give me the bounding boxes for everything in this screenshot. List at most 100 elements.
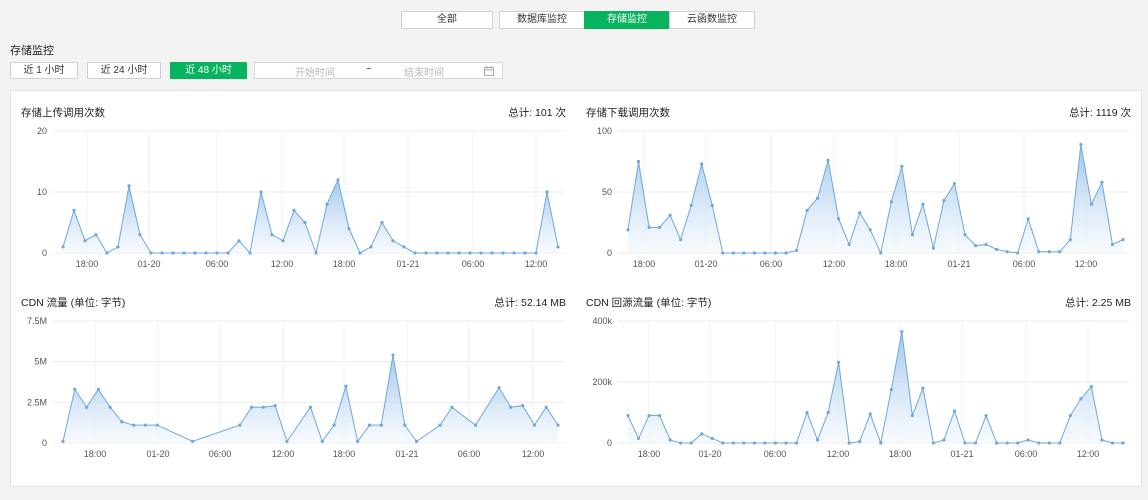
data-point [1110, 242, 1115, 247]
x-tick-label: 01-21 [396, 259, 419, 269]
tab-storage-monitor[interactable]: 存储监控 [584, 11, 670, 29]
data-point [636, 159, 641, 164]
data-point [689, 203, 693, 208]
x-tick-label: 12:00 [823, 259, 846, 269]
chart-cdn-traffic: CDN 流量 (单位: 字节) 总计: 52.14 MB 7.5M 5M 2.5M 0… [21, 295, 566, 470]
series-area [63, 179, 558, 253]
x-tick-label: 18:00 [84, 449, 107, 459]
data-point [171, 251, 175, 255]
x-tick-label: 06:00 [760, 259, 783, 269]
chart-title: CDN 流量 (单位: 字节) [21, 297, 126, 309]
data-point [900, 330, 904, 334]
y-tick-label: 2.5M [27, 397, 47, 407]
data-point [204, 251, 208, 255]
x-tick-label: 06:00 [764, 449, 787, 459]
x-tick-label: 18:00 [76, 259, 99, 269]
chart-cdn-origin-traffic-plot: 400k 200k 0 18:00 01-20 06:00 12:00 18:00 01-21 0… [592, 316, 1129, 459]
filter-48h-button[interactable]: 近 48 小时 [170, 62, 247, 79]
data-point [679, 441, 683, 445]
x-tick-label: 12:00 [271, 259, 294, 269]
filter-24h-button[interactable]: 近 24 小时 [87, 62, 161, 79]
start-date-input[interactable]: 开始时间 [295, 64, 335, 79]
data-point [379, 423, 383, 427]
data-point [900, 164, 904, 168]
y-tick-label: 7.5M [27, 316, 47, 326]
filter-1h-button[interactable]: 近 1 小时 [10, 62, 78, 79]
x-tick-label: 12:00 [525, 259, 548, 269]
chart-title: CDN 回源流量 (单位: 字节) [586, 297, 712, 309]
data-point [191, 439, 195, 443]
data-point [963, 441, 967, 445]
calendar-icon [484, 66, 494, 76]
data-point [910, 233, 914, 237]
data-point [647, 225, 651, 229]
end-date-input[interactable]: 结束时间 [404, 64, 444, 79]
data-point [512, 251, 516, 255]
data-point [248, 251, 252, 255]
x-tick-label: 12:00 [272, 449, 295, 459]
data-point [336, 178, 340, 182]
x-tick-label: 01-21 [947, 259, 970, 269]
data-point [626, 413, 630, 418]
x-tick-label: 06:00 [209, 449, 232, 459]
date-range-picker[interactable]: 开始时间 ~ 结束时间 [254, 62, 503, 79]
y-tick-label: 5M [34, 357, 47, 367]
data-point [826, 158, 830, 162]
data-point [532, 423, 537, 427]
y-tick-label: 200k [592, 377, 612, 387]
data-point [273, 403, 277, 408]
data-point [847, 242, 851, 247]
data-point [794, 248, 799, 253]
chart-download-calls-plot: 100 50 0 18:00 01-20 06:00 12:00 18:00 01-21 06:0… [597, 126, 1129, 269]
data-point [259, 190, 263, 194]
data-point [984, 413, 988, 418]
data-point [931, 246, 936, 250]
chart-total: 总计: 1119 次 [1068, 107, 1131, 119]
data-point [773, 441, 778, 445]
x-tick-label: 12:00 [522, 449, 545, 459]
x-tick-label: 01-21 [950, 449, 973, 459]
data-point [742, 251, 746, 255]
data-point [270, 233, 274, 237]
data-point [332, 423, 336, 427]
data-point [391, 239, 395, 243]
data-point [973, 441, 978, 445]
data-point [1100, 180, 1104, 184]
data-point [120, 420, 124, 424]
chart-upload-calls-plot: 20 10 0 18:00 01-20 06:00 12:00 18:00 01-21 06:00… [37, 126, 564, 269]
data-point [1047, 441, 1051, 445]
data-point [657, 413, 662, 418]
y-tick-label: 0 [42, 438, 47, 448]
tab-database-monitor[interactable]: 数据库监控 [499, 11, 585, 29]
data-point [285, 439, 289, 443]
data-point [308, 405, 313, 409]
data-point [1079, 397, 1083, 401]
data-point [910, 413, 914, 418]
tab-all[interactable]: 全部 [401, 11, 493, 29]
data-point [325, 202, 329, 206]
data-point [249, 405, 254, 409]
data-point [710, 436, 714, 441]
data-point [143, 423, 148, 427]
data-point [108, 405, 112, 409]
data-point [238, 423, 242, 427]
data-point [94, 233, 98, 237]
data-point [356, 439, 360, 443]
data-point [952, 181, 957, 186]
data-point [952, 409, 957, 413]
data-point [61, 439, 65, 443]
x-tick-label: 01-20 [698, 449, 721, 459]
data-point [847, 441, 851, 445]
data-point [868, 228, 872, 232]
data-point [545, 190, 549, 194]
data-point [261, 405, 265, 409]
data-point [773, 251, 778, 255]
data-point [1121, 237, 1125, 242]
x-tick-label: 18:00 [333, 259, 356, 269]
data-point [369, 245, 373, 249]
data-point [72, 208, 76, 212]
data-point [837, 217, 841, 221]
data-point [1016, 251, 1020, 255]
tab-cloud-function-monitor[interactable]: 云函数监控 [669, 11, 755, 29]
data-point [731, 251, 735, 255]
